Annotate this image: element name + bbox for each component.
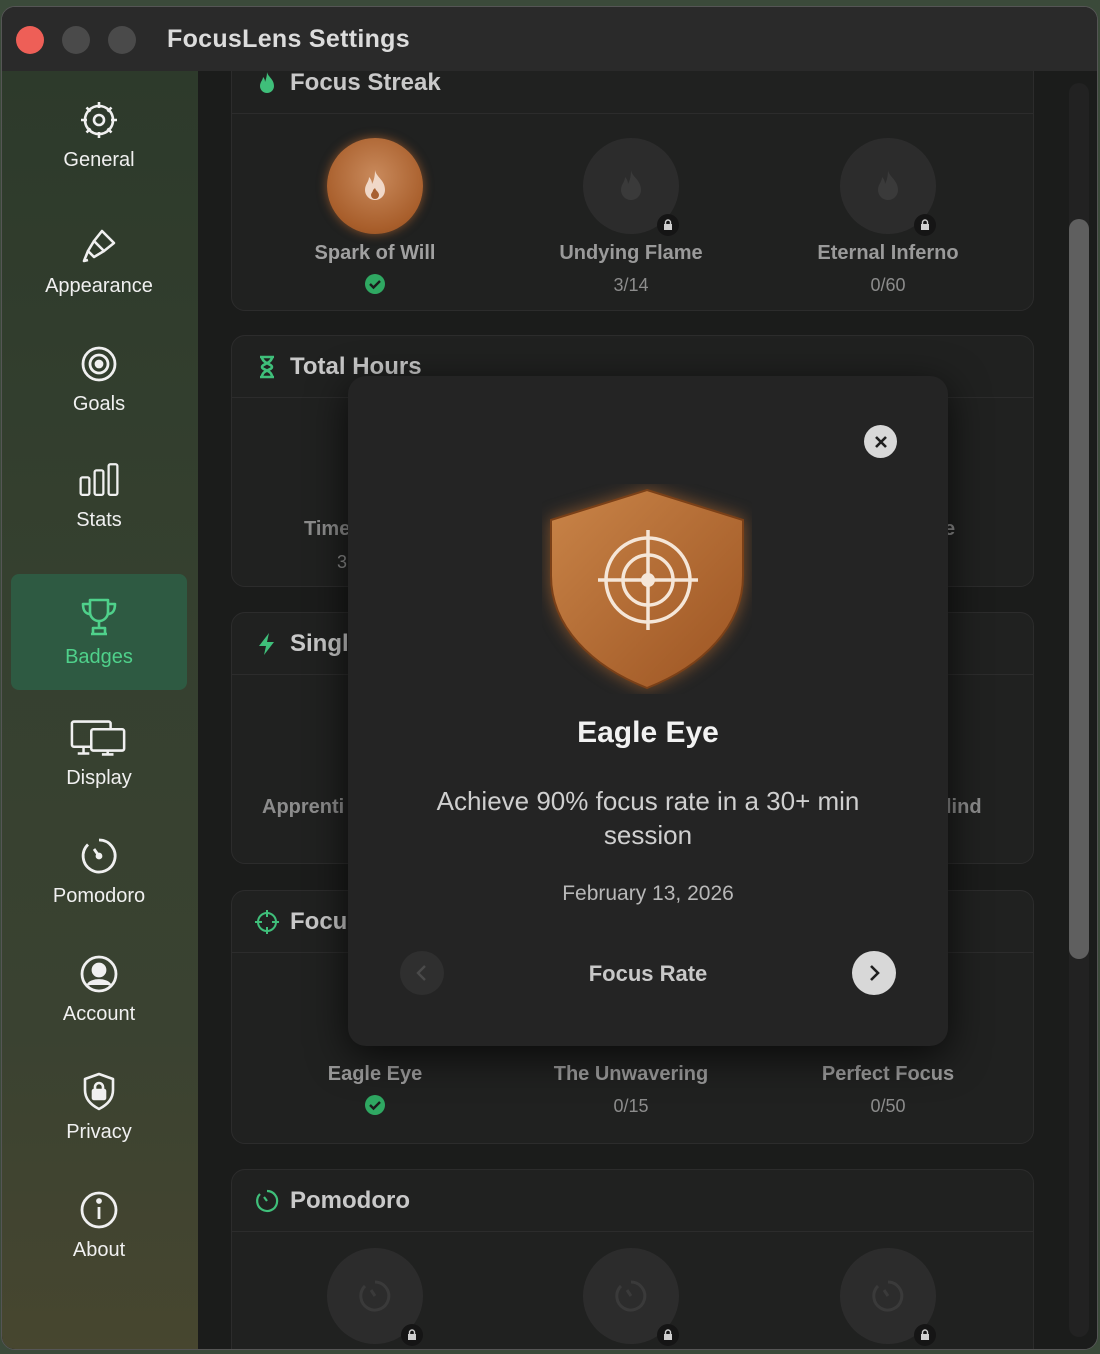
- badge-medal[interactable]: [327, 1248, 423, 1346]
- display-icon: [70, 719, 126, 756]
- badge-eternal-inferno[interactable]: Eternal Inferno 0/60: [788, 138, 988, 296]
- badge-name: Undying Flame: [559, 242, 703, 264]
- timer-icon: [615, 1280, 647, 1312]
- badge-the-unwavering[interactable]: The Unwavering 0/15: [531, 1063, 731, 1117]
- badge-medal: [840, 138, 936, 236]
- badge-name: Spark of Will: [314, 242, 436, 264]
- badge-spark-of-will[interactable]: Spark of Will: [275, 138, 475, 295]
- close-window-button[interactable]: [16, 26, 44, 54]
- sidebar-item-label: Privacy: [66, 1120, 132, 1143]
- badge-progress: 3: [337, 552, 348, 572]
- section-title: Focus Streak: [290, 71, 441, 96]
- scrollbar-thumb[interactable]: [1069, 219, 1089, 959]
- badge-progress: 0/15: [613, 1096, 649, 1116]
- sidebar-item-account[interactable]: Account: [11, 931, 187, 1047]
- hourglass-icon: [260, 355, 274, 378]
- timer-icon: [359, 1280, 391, 1312]
- flame-icon: [260, 71, 274, 93]
- modal-earned-date: February 13, 2026: [562, 882, 734, 905]
- bar-chart-icon: [79, 462, 119, 496]
- close-icon: [874, 435, 887, 448]
- window-title: FocusLens Settings: [167, 25, 410, 53]
- badge-perfect-focus[interactable]: Perfect Focus 0/50: [788, 1063, 988, 1117]
- section-header: Pomodoro: [232, 1170, 1033, 1232]
- sidebar-item-label: Display: [66, 766, 132, 789]
- paintbrush-icon: [82, 229, 116, 262]
- person-icon: [80, 955, 118, 992]
- sidebar-item-label: Account: [62, 1002, 136, 1025]
- lock-icon: [657, 1324, 679, 1346]
- badge-name: Eternal Inferno: [817, 242, 959, 264]
- badge-medal[interactable]: [840, 1248, 936, 1346]
- sidebar-item-label: About: [72, 1238, 126, 1261]
- badge-progress: 0/60: [870, 275, 906, 295]
- badge-medal: [583, 138, 679, 236]
- sidebar-item-label: Pomodoro: [52, 884, 146, 907]
- sidebar-item-label: Badges: [65, 645, 133, 668]
- badge-medal: [327, 138, 423, 234]
- badge-undying-flame[interactable]: Undying Flame 3/14: [531, 138, 731, 296]
- chevron-right-icon: [870, 965, 880, 981]
- lock-icon: [401, 1324, 423, 1346]
- crosshair-icon: [255, 909, 279, 934]
- eagle-eye-badge-icon: [550, 488, 744, 690]
- badge-eagle-eye[interactable]: Eagle Eye: [275, 1063, 475, 1116]
- section-pomodoro: Pomodoro: [231, 1169, 1034, 1349]
- info-icon: [80, 1191, 118, 1228]
- modal-close-button[interactable]: [864, 425, 897, 458]
- sidebar-item-appearance[interactable]: Appearance: [11, 203, 187, 319]
- badge-progress: 0/50: [870, 1096, 906, 1116]
- gear-icon: [81, 101, 117, 138]
- checkmark-icon: [365, 274, 385, 294]
- flame-icon: [878, 170, 898, 200]
- lightning-icon: [259, 632, 274, 655]
- sidebar-item-display[interactable]: Display: [11, 695, 187, 811]
- sidebar-item-privacy[interactable]: Privacy: [11, 1049, 187, 1165]
- section-header: Focus Streak: [232, 71, 1033, 114]
- badge-name: Time: [304, 518, 351, 540]
- timer-icon: [872, 1280, 904, 1312]
- target-icon: [81, 346, 117, 381]
- badge-name: Perfect Focus: [821, 1063, 955, 1085]
- lock-icon: [914, 1324, 936, 1346]
- lock-icon: [657, 214, 679, 236]
- badge-name: The Unwavering: [553, 1063, 709, 1085]
- timer-icon: [81, 838, 117, 873]
- badge-detail-modal: Eagle Eye Achieve 90% focus rate in a 30…: [348, 376, 948, 1046]
- sidebar-item-badges[interactable]: Badges: [11, 574, 187, 690]
- sidebar-item-label: Stats: [76, 508, 122, 531]
- badge-progress: 3/14: [613, 275, 649, 295]
- badge-name: Eagle Eye: [327, 1063, 423, 1085]
- flame-icon: [365, 170, 385, 200]
- sidebar-item-goals[interactable]: Goals: [11, 321, 187, 437]
- sidebar: General Appearance Goals Stats Badges Di…: [2, 71, 198, 1349]
- minimize-window-button[interactable]: [62, 26, 90, 54]
- badge-name: lind: [946, 796, 982, 818]
- sidebar-item-label: Goals: [72, 392, 126, 415]
- badge-name: Apprenti: [262, 796, 345, 818]
- section-title: Singl: [290, 629, 349, 657]
- badge-medal[interactable]: [583, 1248, 679, 1346]
- sidebar-item-label: General: [63, 148, 135, 171]
- shield-lock-icon: [83, 1072, 115, 1110]
- section-title: Focu: [290, 907, 348, 935]
- sidebar-item-label: Appearance: [45, 274, 153, 297]
- title-bar: FocusLens Settings: [2, 7, 1097, 71]
- section-focus-streak: Focus Streak Spark of Will Undying Flame…: [231, 71, 1034, 311]
- maximize-window-button[interactable]: [108, 26, 136, 54]
- sidebar-item-stats[interactable]: Stats: [11, 437, 187, 553]
- sidebar-item-general[interactable]: General: [11, 77, 187, 193]
- timer-icon: [256, 1189, 279, 1212]
- sidebar-item-about[interactable]: About: [11, 1167, 187, 1283]
- modal-description: Achieve 90% focus rate in a 30+ min sess…: [436, 786, 860, 850]
- next-badge-button[interactable]: [852, 951, 896, 995]
- modal-title: Eagle Eye: [577, 716, 719, 749]
- sidebar-item-pomodoro[interactable]: Pomodoro: [11, 813, 187, 929]
- section-title: Pomodoro: [290, 1186, 410, 1214]
- flame-icon: [621, 170, 641, 200]
- trophy-icon: [81, 598, 117, 635]
- checkmark-icon: [365, 1095, 385, 1115]
- lock-icon: [914, 214, 936, 236]
